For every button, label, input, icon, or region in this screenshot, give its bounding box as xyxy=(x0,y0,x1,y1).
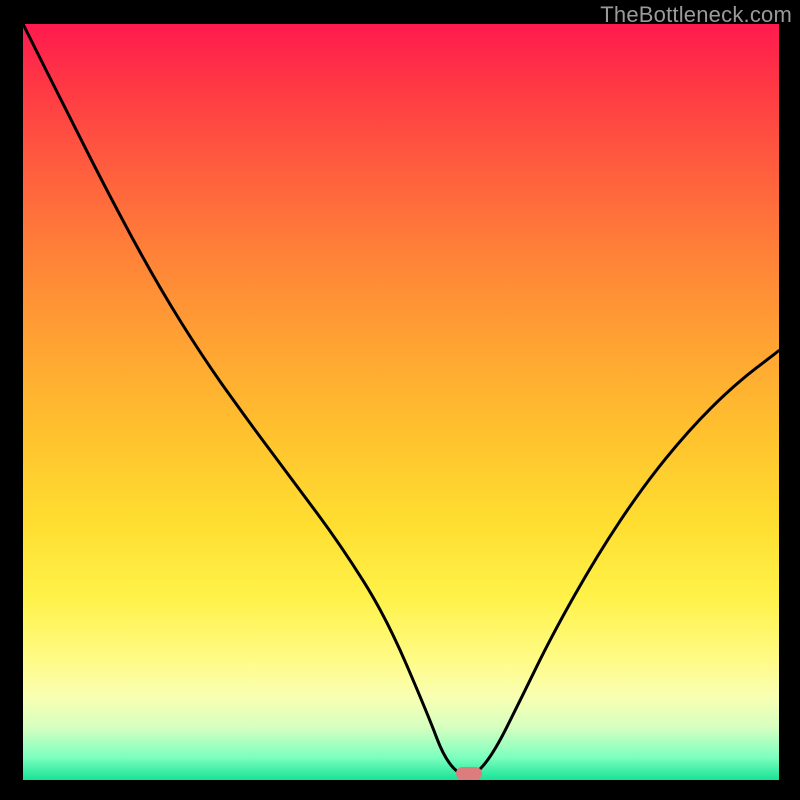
chart-container: TheBottleneck.com xyxy=(0,0,800,800)
watermark-text: TheBottleneck.com xyxy=(600,2,792,28)
optimal-point-marker xyxy=(456,767,482,780)
bottleneck-curve-path xyxy=(23,24,779,775)
bottleneck-curve xyxy=(23,24,779,780)
